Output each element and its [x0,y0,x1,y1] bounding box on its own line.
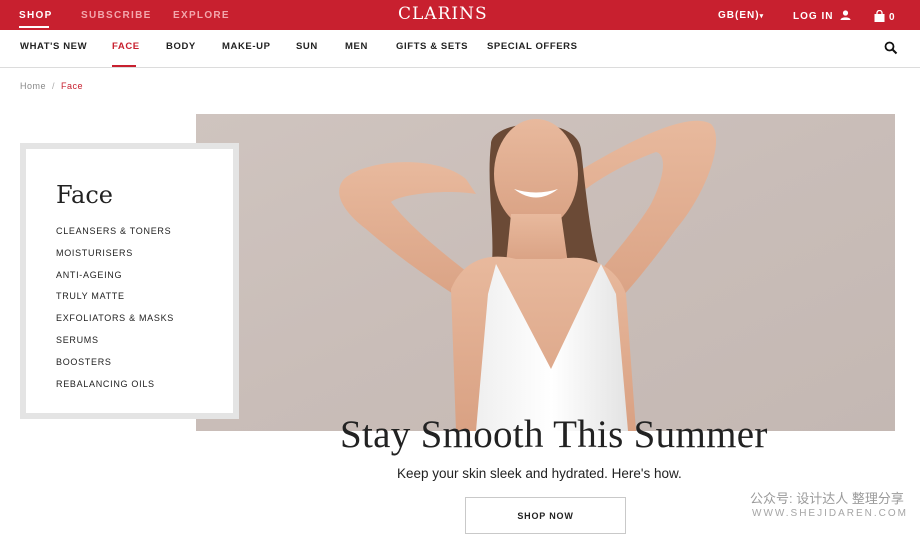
nav-whats-new[interactable]: WHAT'S NEW [20,41,87,52]
watermark-url: WWW.SHEJIDAREN.COM [752,508,908,519]
nav-sun[interactable]: SUN [296,41,318,52]
nav-gifts-sets[interactable]: GIFTS & SETS [396,41,468,52]
nav-active-indicator [112,65,136,67]
category-truly-matte[interactable]: TRULY MATTE [56,290,174,312]
nav-make-up[interactable]: MAKE-UP [222,41,271,52]
breadcrumb-home[interactable]: Home [20,81,46,91]
category-rebalancing-oils[interactable]: REBALANCING OILS [56,378,174,400]
category-anti-ageing[interactable]: ANTI-AGEING [56,269,174,291]
category-moisturisers[interactable]: MOISTURISERS [56,247,174,269]
shop-now-button[interactable]: SHOP NOW [465,497,626,534]
chevron-down-icon: ▾ [759,13,765,20]
shopping-bag-icon [874,9,885,22]
category-boosters[interactable]: BOOSTERS [56,356,174,378]
nav-special-offers[interactable]: SPECIAL OFFERS [487,41,578,52]
menu-title: Face [56,181,113,209]
cart-link[interactable]: 0 [874,9,896,23]
shop-active-indicator [19,26,49,28]
face-category-menu: Face CLEANSERS & TONERS MOISTURISERS ANT… [20,143,239,419]
clarins-logo[interactable]: CLARINS [398,3,488,25]
category-cleansers-toners[interactable]: CLEANSERS & TONERS [56,225,174,247]
breadcrumb-separator: / [52,81,56,91]
subscribe-link[interactable]: SUBSCRIBE [81,10,152,21]
user-icon [840,10,851,20]
login-label: LOG IN [793,11,834,22]
cart-count: 0 [889,12,896,23]
login-link[interactable]: LOG IN [793,10,851,22]
breadcrumb-current: Face [61,81,84,91]
hero-image [196,114,895,431]
category-serums[interactable]: SERUMS [56,334,174,356]
top-bar: SHOP SUBSCRIBE EXPLORE CLARINS GB(EN)▾ L… [0,0,920,30]
hero-subtext: Keep your skin sleek and hydrated. Here'… [397,466,682,481]
region-label: GB(EN) [718,10,760,21]
nav-face[interactable]: FACE [112,41,140,52]
explore-link[interactable]: EXPLORE [173,10,230,21]
nav-men[interactable]: MEN [345,41,368,52]
region-selector[interactable]: GB(EN)▾ [718,10,764,21]
shop-link[interactable]: SHOP [19,10,53,21]
breadcrumb: Home / Face [20,81,83,91]
category-list: CLEANSERS & TONERS MOISTURISERS ANTI-AGE… [56,225,174,399]
watermark-text: 公众号: 设计达人 整理分享 [750,491,904,506]
search-icon[interactable] [884,41,898,55]
category-exfoliators-masks[interactable]: EXFOLIATORS & MASKS [56,312,174,334]
nav-body[interactable]: BODY [166,41,196,52]
main-nav: WHAT'S NEW FACE BODY MAKE-UP SUN MEN GIF… [0,30,920,68]
hero-headline: Stay Smooth This Summer [340,413,768,456]
